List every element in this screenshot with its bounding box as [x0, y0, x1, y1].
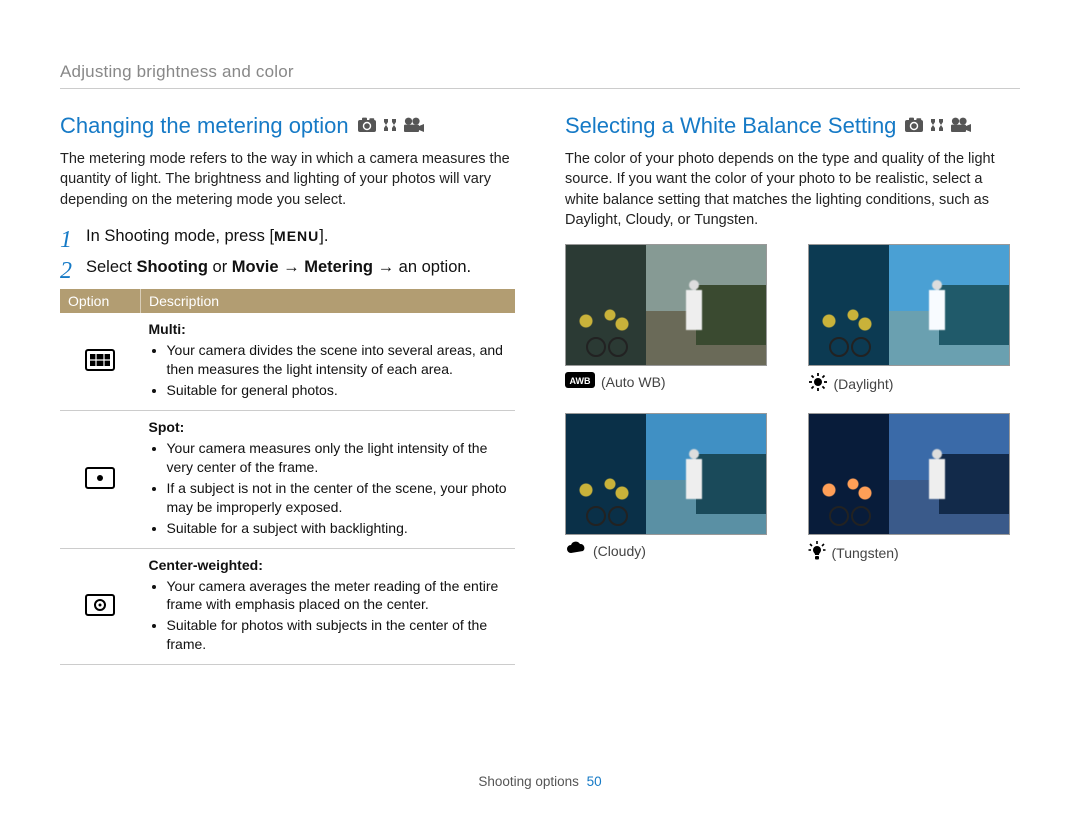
wb-thumb	[808, 413, 1010, 535]
spot-metering-icon	[60, 411, 141, 548]
bullet: Suitable for a subject with backlighting…	[167, 519, 508, 538]
step1-prefix: In Shooting mode, press [	[86, 227, 274, 245]
t: Movie	[232, 258, 279, 276]
t: Shooting	[136, 258, 207, 276]
wb-intro: The color of your photo depends on the t…	[565, 149, 1020, 230]
awb-icon: AWB	[565, 372, 595, 391]
daylight-icon	[808, 372, 828, 395]
menu-label: MENU	[274, 226, 319, 247]
breadcrumb: Adjusting brightness and color	[60, 62, 1020, 89]
step-1: In Shooting mode, press [MENU].	[60, 224, 515, 249]
opt-title: Multi:	[149, 321, 186, 337]
t: or	[208, 258, 232, 276]
bullet: Suitable for general photos.	[167, 381, 508, 400]
tungsten-icon	[808, 541, 826, 564]
wb-sample-auto: AWB Auto WB	[565, 244, 778, 395]
movie-mode-icon	[403, 113, 425, 139]
right-column: Selecting a White Balance Setting The co…	[565, 113, 1020, 665]
wb-sample-tungsten: Tungsten	[808, 413, 1021, 564]
t: Metering	[304, 258, 373, 276]
bullet: Your camera divides the scene into sever…	[167, 341, 508, 379]
wb-label: Tungsten	[832, 545, 899, 561]
wb-thumb	[808, 244, 1010, 366]
bullet: If a subject is not in the center of the…	[167, 479, 508, 517]
steps-list: In Shooting mode, press [MENU]. Select S…	[60, 224, 515, 280]
wb-label: Daylight	[834, 376, 894, 392]
center-weighted-metering-icon	[60, 548, 141, 665]
table-row: Multi: Your camera divides the scene int…	[60, 313, 515, 410]
movie-mode-icon	[950, 113, 972, 139]
opt-title: Spot:	[149, 419, 185, 435]
svg-text:AWB: AWB	[570, 376, 591, 386]
mode-icons	[904, 113, 972, 139]
wb-thumb	[565, 244, 767, 366]
mode-icons	[357, 113, 425, 139]
metering-options-table: Option Description Multi: Your camera di…	[60, 289, 515, 665]
bullet: Your camera averages the meter reading o…	[167, 577, 508, 615]
left-column: Changing the metering option The meterin…	[60, 113, 515, 665]
wb-label: Cloudy	[593, 543, 646, 559]
wb-title: Selecting a White Balance Setting	[565, 113, 896, 139]
metering-title: Changing the metering option	[60, 113, 349, 139]
page-footer: Shooting options 50	[0, 774, 1080, 789]
bullet: Your camera measures only the light inte…	[167, 439, 508, 477]
th-option: Option	[60, 289, 141, 313]
camera-mode-icon	[357, 113, 377, 139]
bullet: Suitable for photos with subjects in the…	[167, 616, 508, 654]
wb-label: Auto WB	[601, 374, 666, 390]
table-row: Spot: Your camera measures only the ligh…	[60, 411, 515, 548]
step-2: Select Shooting or Movie → Metering → an…	[60, 255, 515, 280]
dual-mode-icon	[381, 113, 399, 139]
multi-metering-icon	[60, 313, 141, 410]
metering-intro: The metering mode refers to the way in w…	[60, 149, 515, 210]
step1-suffix: ].	[319, 227, 328, 245]
t: Select	[86, 258, 136, 276]
camera-mode-icon	[904, 113, 924, 139]
opt-title: Center-weighted:	[149, 557, 263, 573]
th-description: Description	[141, 289, 516, 313]
metering-heading: Changing the metering option	[60, 113, 515, 139]
wb-thumb	[565, 413, 767, 535]
footer-page-number: 50	[587, 774, 602, 789]
wb-grid: AWB Auto WB Daylight	[565, 244, 1020, 564]
table-row: Center-weighted: Your camera averages th…	[60, 548, 515, 665]
dual-mode-icon	[928, 113, 946, 139]
t: →	[279, 258, 305, 276]
wb-sample-daylight: Daylight	[808, 244, 1021, 395]
footer-section: Shooting options	[478, 774, 579, 789]
wb-sample-cloudy: Cloudy	[565, 413, 778, 564]
cloudy-icon	[565, 541, 587, 560]
t: → an option.	[373, 258, 471, 276]
wb-heading: Selecting a White Balance Setting	[565, 113, 1020, 139]
